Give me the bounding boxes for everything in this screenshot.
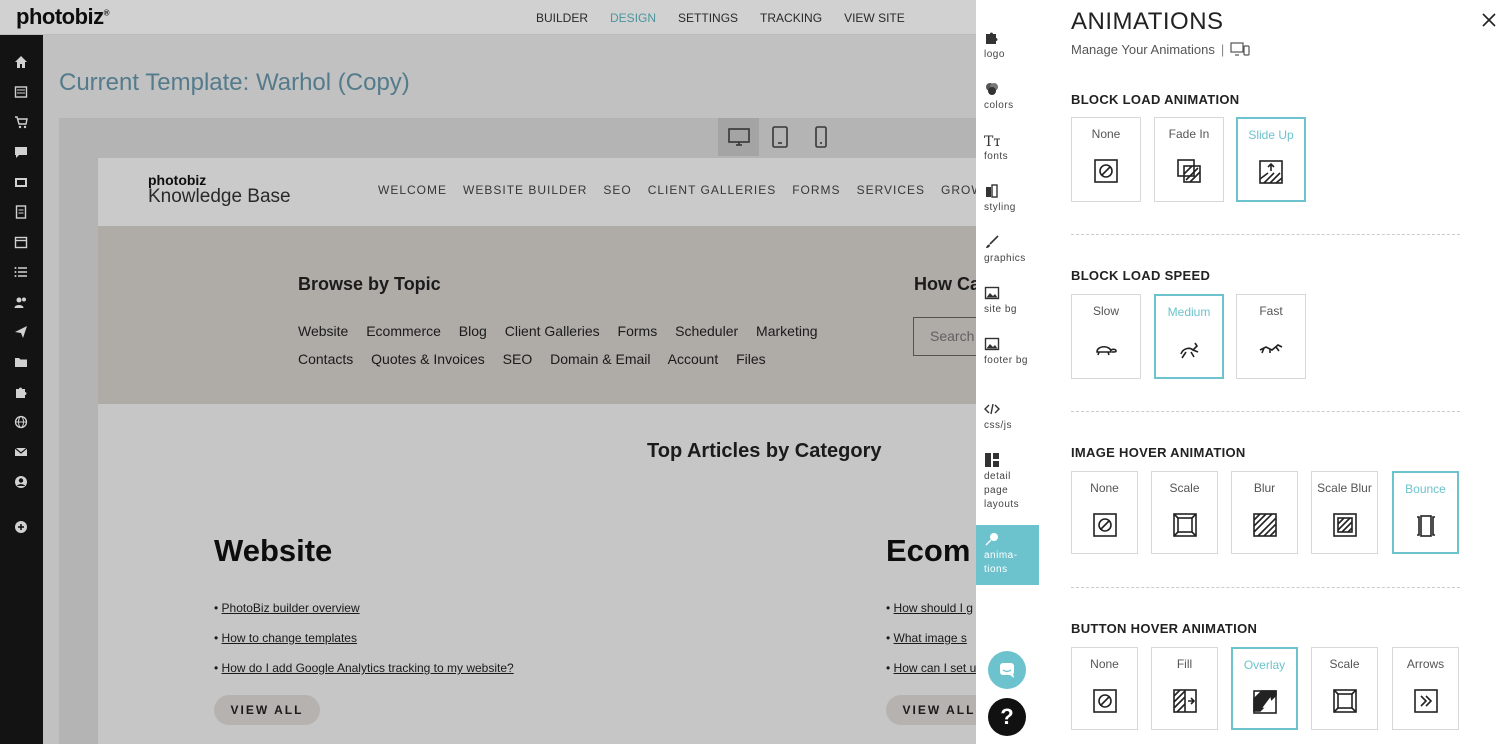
panel-subtitle: Manage Your Animations | [1071,42,1250,57]
tab-label: site bg [984,304,1017,315]
modal-overlay[interactable] [0,0,976,744]
scale-blur-icon [1332,512,1358,538]
option-label: Blur [1253,481,1276,495]
animations-icon [984,531,1000,547]
option-block-load-slide-up[interactable]: Slide Up [1236,117,1306,202]
option-label: None [1091,127,1121,141]
section-divider [1071,234,1460,235]
tab-label: anima-tions [984,550,1018,575]
layout-icon [984,452,1000,468]
option-image-hover-blur[interactable]: Blur [1231,471,1298,554]
option-label: Slow [1092,304,1119,318]
tab-label: styling [984,202,1016,213]
code-icon [984,401,1000,417]
tab-label: detail page layouts [984,471,1020,510]
section-title: BLOCK LOAD SPEED [1071,268,1211,283]
option-image-hover-scale-blur[interactable]: Scale Blur [1311,471,1378,554]
option-button-hover-arrows[interactable]: Arrows [1392,647,1459,730]
tab-styling[interactable]: styling [976,183,1039,223]
fast-icon [1258,335,1284,361]
option-label: Bounce [1405,482,1446,496]
tab-graphics[interactable]: graphics [976,234,1039,274]
tab-fonts[interactable]: Tт fonts [976,132,1039,172]
tab-detail-page-layouts[interactable]: detail page layouts [976,452,1039,518]
option-speed-slow[interactable]: Slow [1071,294,1141,379]
option-label: None [1090,481,1119,495]
option-label: None [1090,657,1119,671]
option-label: Fast [1259,304,1283,318]
tab-animations[interactable]: anima-tions [976,525,1039,585]
option-image-hover-bounce[interactable]: Bounce [1392,471,1459,554]
tab-label: graphics [984,253,1026,264]
scale-icon [1332,688,1358,714]
none-icon [1092,688,1118,714]
option-label: Slide Up [1248,128,1294,142]
option-label: Scale Blur [1317,481,1372,495]
option-label: Arrows [1406,657,1445,671]
arrows-icon [1413,688,1439,714]
tab-label: logo [984,49,1005,60]
bounce-icon [1413,513,1439,539]
option-label: Medium [1167,305,1211,319]
section-divider [1071,411,1460,412]
none-icon [1093,158,1119,184]
tab-label: footer bg [984,355,1028,366]
design-tabs: logo colors Tт fonts styling graphics si… [976,0,1039,744]
fade-in-icon [1176,158,1202,184]
panel-title: ANIMATIONS [1071,8,1224,35]
option-button-hover-fill[interactable]: Fill [1151,647,1218,730]
scale-icon [1172,512,1198,538]
option-label: Scale [1329,657,1360,671]
section-title: BUTTON HOVER ANIMATION [1071,621,1258,636]
slide-up-icon [1258,159,1284,185]
help-button[interactable]: ? [988,698,1026,736]
option-block-load-fade-in[interactable]: Fade In [1154,117,1224,202]
option-button-hover-scale[interactable]: Scale [1311,647,1378,730]
option-image-hover-scale[interactable]: Scale [1151,471,1218,554]
close-button[interactable] [1481,12,1497,28]
puzzle-icon [984,30,1000,46]
styling-icon [984,183,1000,199]
option-speed-medium[interactable]: Medium [1154,294,1224,379]
rabbit-icon [1176,336,1202,362]
svg-text:Tт: Tт [984,134,1000,148]
option-label: Scale [1169,481,1200,495]
tab-css-js[interactable]: css/js [976,401,1039,441]
brush-icon [984,234,1000,250]
option-speed-fast[interactable]: Fast [1236,294,1306,379]
animations-panel: ANIMATIONS Manage Your Animations | BLOCK… [1039,0,1500,744]
separator: | [1220,42,1225,57]
tab-logo[interactable]: logo [976,30,1039,70]
tab-label: colors [984,100,1014,111]
option-label: Overlay [1243,658,1286,672]
turtle-icon [1093,335,1119,361]
fonts-icon: Tт [984,132,1001,150]
option-block-load-none[interactable]: None [1071,117,1141,202]
close-icon [1482,13,1496,27]
overlay-icon [1252,689,1278,715]
tab-footer-bg[interactable]: footer bg [976,336,1039,388]
section-title: IMAGE HOVER ANIMATION [1071,445,1246,460]
chat-button[interactable] [988,651,1026,689]
image-icon [984,285,1000,301]
blur-icon [1252,512,1278,538]
tab-label: fonts [984,151,1009,162]
option-image-hover-none[interactable]: None [1071,471,1138,554]
tab-colors[interactable]: colors [976,81,1039,121]
devices-icon[interactable] [1230,42,1250,56]
none-icon [1092,512,1118,538]
option-button-hover-none[interactable]: None [1071,647,1138,730]
option-label: Fill [1176,657,1193,671]
chat-icon [1000,663,1014,678]
tab-site-bg[interactable]: site bg [976,285,1039,325]
colors-icon [984,81,1000,97]
section-divider [1071,587,1460,588]
fill-icon [1172,688,1198,714]
subtitle-text: Manage Your Animations [1071,42,1215,57]
option-label: Fade In [1168,127,1210,141]
section-title: BLOCK LOAD ANIMATION [1071,92,1240,107]
option-button-hover-overlay[interactable]: Overlay [1231,647,1298,730]
image-icon [984,336,1000,352]
tab-label: css/js [984,420,1012,431]
